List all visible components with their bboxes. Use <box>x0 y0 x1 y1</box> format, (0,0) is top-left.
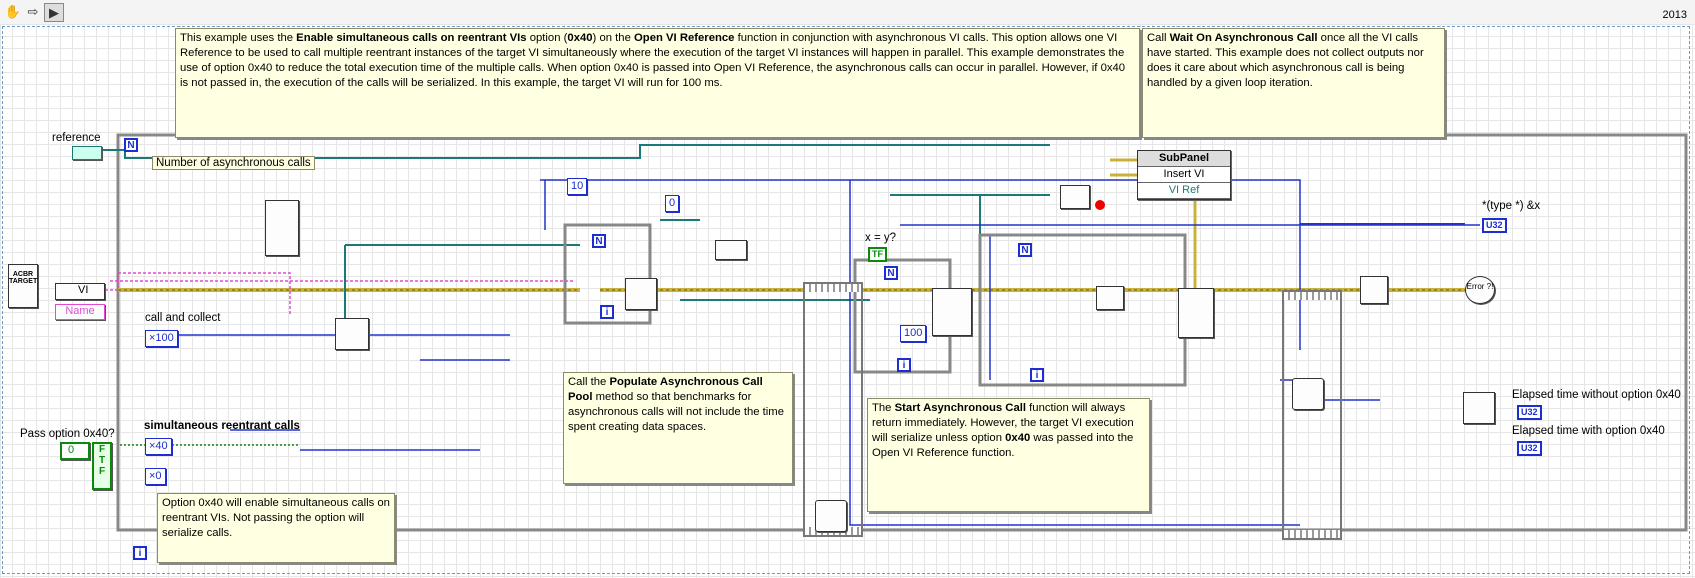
open-vi-reference-node[interactable] <box>335 318 369 350</box>
tick-count-end-icon <box>1292 378 1324 410</box>
sequence-frame-2 <box>1282 290 1342 540</box>
loop3-iteration-i: i <box>1030 368 1044 382</box>
populate-note: Call the Populate Asynchronous Call Pool… <box>563 372 793 484</box>
reference-label: reference <box>52 132 101 144</box>
subpanel-property: VI Ref <box>1138 183 1230 199</box>
call-collect-label: call and collect <box>145 312 221 324</box>
table-icon <box>265 200 299 256</box>
constant-0x40[interactable]: ×40 <box>145 438 172 455</box>
loop-iteration-i: i <box>133 546 147 560</box>
bool-value: F <box>98 444 106 455</box>
start-note: The Start Asynchronous Call function wil… <box>867 398 1150 512</box>
close-reference-node[interactable] <box>1060 185 1090 209</box>
elapsed-without-label: Elapsed time without option 0x40 <box>1512 389 1681 401</box>
constant-100-ms[interactable]: 100 <box>900 325 927 342</box>
wait-async-call-node[interactable] <box>1096 286 1124 310</box>
async-wait-node[interactable] <box>1178 288 1214 338</box>
start-async-call-node[interactable] <box>932 288 972 336</box>
pass-option-boolean-array[interactable]: F T F <box>92 442 112 490</box>
constant-call-count[interactable]: ×100 <box>145 330 178 347</box>
subpanel-method: Insert VI <box>1138 167 1230 183</box>
loop-count-n: N <box>124 138 138 152</box>
bool-value: T <box>98 455 106 466</box>
error-handler-node[interactable]: Error ?! <box>1465 276 1495 304</box>
bool-value: F <box>98 466 106 477</box>
sequence-frame-1 <box>803 282 863 537</box>
tick-count-start-icon <box>815 500 847 532</box>
loop2-iteration-i: i <box>897 358 911 372</box>
build-cluster-node[interactable] <box>1463 392 1495 424</box>
num-calls-label: Number of asynchronous calls <box>152 156 315 170</box>
elapsed-without-indicator: U32 <box>1517 405 1542 420</box>
simultaneous-label: simultaneous reentrant calls <box>144 420 300 432</box>
subpanel-invoke-node[interactable]: SubPanel Insert VI VI Ref <box>1137 150 1231 200</box>
type-x-label: *(type *) &x <box>1482 200 1541 212</box>
vi-name-property[interactable]: Name <box>55 304 105 320</box>
constant-0x0[interactable]: ×0 <box>145 468 166 485</box>
elapsed-with-indicator: U32 <box>1517 441 1542 456</box>
constant-10[interactable]: 10 <box>567 178 588 195</box>
option-note: Option 0x40 will enable simultaneous cal… <box>157 493 395 563</box>
constant-0[interactable]: 0 <box>665 195 680 212</box>
pass-option-control[interactable]: 0 <box>60 442 90 460</box>
format-node[interactable] <box>1360 276 1388 304</box>
loop1-iteration-i: i <box>600 305 614 319</box>
elapsed-with-label: Elapsed time with option 0x40 <box>1512 425 1665 437</box>
loop3-count-n: N <box>1018 243 1032 257</box>
acbr-target-icon: ACBR TARGET <box>8 264 38 308</box>
loop1-count-n: N <box>592 234 606 248</box>
x-eq-y-label: x = y? <box>865 232 897 244</box>
pass-option-label: Pass option 0x40? <box>20 428 115 440</box>
subpanel-title: SubPanel <box>1138 151 1230 167</box>
vi-static-reference[interactable]: VI <box>55 283 105 300</box>
equal-indicator: TF <box>868 247 887 262</box>
type-x-indicator: U32 <box>1482 218 1507 233</box>
loop2-count-n: N <box>884 266 898 280</box>
wait-note: Call Wait On Asynchronous Call once all … <box>1142 28 1445 138</box>
reference-control[interactable] <box>72 146 102 160</box>
populate-pool-node[interactable] <box>625 278 657 310</box>
intro-note: This example uses the Enable simultaneou… <box>175 28 1140 138</box>
tick-count-node[interactable] <box>715 240 747 260</box>
